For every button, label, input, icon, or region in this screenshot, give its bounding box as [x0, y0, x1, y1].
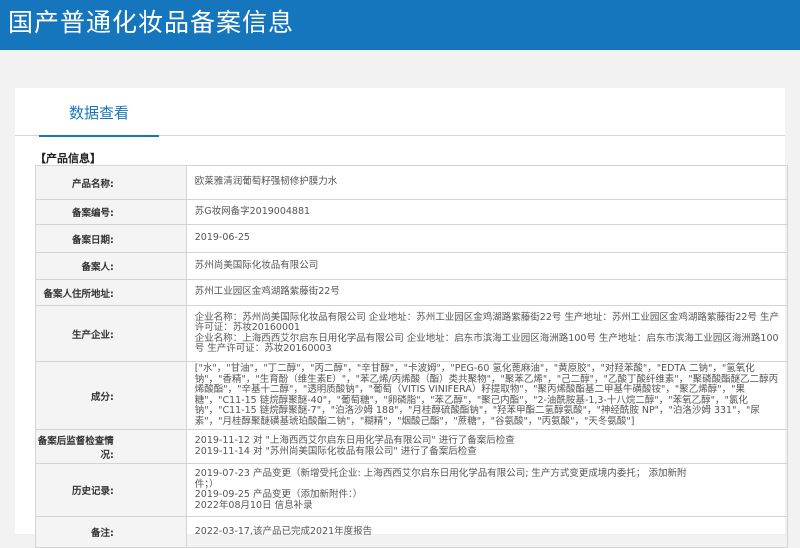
text-line: 2019-09-25 产品变更（添加新附件：）	[194, 489, 363, 500]
field-label-record-date: 备案日期:	[35, 224, 187, 253]
field-label-filer: 备案人:	[35, 252, 187, 280]
field-label-ingredients: 成分:	[35, 361, 187, 430]
product-info-table: 产品名称: 欧莱雅清润葡萄籽强韧修护膜力水 备案编号: 苏G妆网备字201900…	[35, 165, 789, 548]
field-label-filer-address: 备案人住所地址:	[35, 279, 187, 306]
table-row: 备案人住所地址: 苏州工业园区金鸡湖路紫藤街22号	[35, 279, 789, 306]
field-label-product-name: 产品名称:	[35, 165, 187, 200]
field-value-ingredients: ["水"，"甘油"，"丁二醇"，"丙二醇"，"辛甘醇"，"卡波姆"，"PEG-6…	[185, 361, 789, 430]
table-row: 备案人: 苏州尚美国际化妆品有限公司	[35, 252, 789, 280]
page-title: 国产普通化妆品备案信息	[8, 8, 295, 37]
field-label-manufacturer: 生产企业:	[35, 305, 187, 362]
field-value-manufacturer: 企业名称：苏州尚美国际化妆品有限公司 企业地址：苏州工业园区金鸡湖路紫藤街22号…	[185, 305, 789, 362]
field-label-record-no: 备案编号:	[35, 199, 187, 225]
page-header: 国产普通化妆品备案信息	[0, 0, 800, 50]
tab-bar: 数据查看	[15, 88, 785, 137]
field-value-record-date: 2019-06-25	[185, 224, 789, 253]
field-value-record-no: 苏G妆网备字2019004881	[185, 199, 789, 225]
table-row: 成分: ["水"，"甘油"，"丁二醇"，"丙二醇"，"辛甘醇"，"卡波姆"，"P…	[35, 361, 789, 430]
field-label-history: 历史记录:	[35, 463, 187, 517]
table-row: 历史记录: 2019-07-23 产品变更（新增受托企业: 上海西西艾尔启东日用…	[35, 463, 789, 517]
table-row: 备案后监督检查情况: 2019-11-12 对 "上海西西艾尔启东日用化学品有限…	[35, 429, 789, 464]
text-line: 2019-11-12 对 "上海西西艾尔启东日用化学品有限公司" 进行了备案后检…	[194, 435, 515, 446]
field-value-filer: 苏州尚美国际化妆品有限公司	[185, 252, 789, 280]
field-value-product-name: 欧莱雅清润葡萄籽强韧修护膜力水	[185, 165, 789, 200]
text-line: ["水"，"甘油"，"丁二醇"，"丙二醇"，"辛甘醇"，"卡波姆"，"PEG-6…	[194, 363, 755, 374]
field-label-post-inspection: 备案后监督检查情况:	[35, 429, 187, 464]
table-row: 产品名称: 欧莱雅清润葡萄籽强韧修护膜力水	[35, 165, 789, 200]
text-line: 素"，"月桂醇聚醚磺基琥珀酸酯二钠"，"糊精"，"烟酸己酯"，"蔗糖"，"谷氨酸…	[194, 415, 635, 427]
text-line: 2019-07-23 产品变更（新增受托企业: 上海西西艾尔启东日用化学品有限公…	[194, 468, 687, 479]
text-line: 钠"，"C11-15 链烷醇聚醚-7"，"泊洛沙姆 188"，"月桂醇硫酸酯钠"…	[194, 405, 760, 416]
tab-data-view[interactable]: 数据查看	[39, 98, 159, 137]
table-row: 生产企业: 企业名称：苏州尚美国际化妆品有限公司 企业地址：苏州工业园区金鸡湖路…	[35, 305, 789, 362]
field-value-post-inspection: 2019-11-12 对 "上海西西艾尔启东日用化学品有限公司" 进行了备案后检…	[185, 429, 789, 464]
table-row: 备案编号: 苏G妆网备字2019004881	[35, 199, 789, 225]
table-row: 备案日期: 2019-06-25	[35, 224, 789, 253]
text-line: 号 生产许可证：苏妆20160003	[194, 343, 332, 354]
section-title: 【产品信息】	[35, 152, 101, 165]
content-panel: 数据查看 【产品信息】 产品名称: 欧莱雅清润葡萄籽强韧修护膜力水 备案编号: …	[15, 88, 789, 548]
field-label-remarks: 备注:	[35, 516, 187, 548]
text-line: 2022年08月10日 信息补录	[194, 499, 313, 511]
text-line: 许可证：苏妆20160001	[194, 322, 301, 333]
text-line: 烯酸酯"，"辛基十二醇"，"透明质酸钠"，"葡萄（VITIS VINIFERA）…	[194, 384, 746, 395]
field-value-filer-address: 苏州工业园区金鸡湖路紫藤街22号	[185, 279, 789, 306]
field-value-remarks: 2022-03-17,该产品已完成2021年度报告	[185, 516, 789, 548]
field-value-history: 2019-07-23 产品变更（新增受托企业: 上海西西艾尔启东日用化学品有限公…	[185, 463, 789, 517]
text-line: 2019-11-14 对 "苏州尚美国际化妆品有限公司" 进行了备案后检查	[194, 445, 477, 457]
table-row: 备注: 2022-03-17,该产品已完成2021年度报告	[35, 516, 789, 548]
